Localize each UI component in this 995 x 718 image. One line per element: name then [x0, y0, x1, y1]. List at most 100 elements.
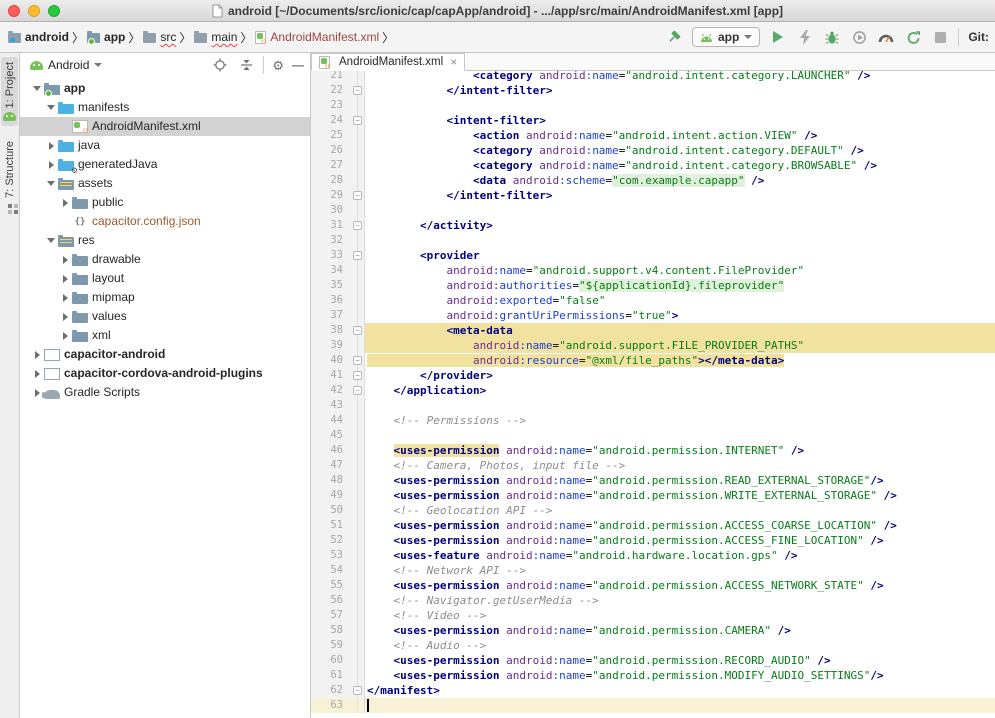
tree-item-drawable[interactable]: drawable	[20, 250, 310, 269]
fold-marker-icon[interactable]: −	[353, 191, 362, 200]
code-line-62[interactable]: 62−</manifest>	[311, 683, 995, 698]
breadcrumb-android[interactable]: android	[8, 30, 69, 44]
code-editor[interactable]: 21 <category android:name="android.inten…	[311, 71, 995, 718]
collapsed-arrow-icon[interactable]	[58, 332, 72, 340]
expanded-arrow-icon[interactable]	[44, 181, 58, 186]
tree-item-capacitor-android[interactable]: capacitor-android	[20, 345, 310, 364]
code-line-53[interactable]: 53 <uses-feature android:name="android.h…	[311, 548, 995, 563]
code-line-32[interactable]: 32	[311, 233, 995, 248]
fold-marker-icon[interactable]: −	[353, 371, 362, 380]
code-line-37[interactable]: 37 android:grantUriPermissions="true">	[311, 308, 995, 323]
code-line-46[interactable]: 46 <uses-permission android:name="androi…	[311, 443, 995, 458]
breadcrumb-androidmanifest-xml[interactable]: AndroidManifest.xml	[255, 30, 379, 44]
code-line-26[interactable]: 26 <category android:name="android.inten…	[311, 143, 995, 158]
code-line-42[interactable]: 42− </application>	[311, 383, 995, 398]
fold-gutter[interactable]: −	[351, 353, 365, 368]
code-line-48[interactable]: 48 <uses-permission android:name="androi…	[311, 473, 995, 488]
tree-item-xml[interactable]: xml	[20, 326, 310, 345]
breadcrumb-app[interactable]: app	[87, 30, 125, 44]
fold-marker-icon[interactable]: −	[353, 386, 362, 395]
fold-gutter[interactable]: −	[351, 83, 365, 98]
close-tab-icon[interactable]: ×	[450, 56, 457, 68]
project-view-selector[interactable]: Android	[30, 58, 102, 72]
minimize-window-button[interactable]	[28, 5, 40, 17]
code-line-39[interactable]: 39 android:name="android.support.FILE_PR…	[311, 338, 995, 353]
code-line-34[interactable]: 34 android:name="android.support.v4.cont…	[311, 263, 995, 278]
collapsed-arrow-icon[interactable]	[58, 199, 72, 207]
code-line-51[interactable]: 51 <uses-permission android:name="androi…	[311, 518, 995, 533]
structure-tool-window-button[interactable]: 7: Structure	[2, 136, 18, 213]
fold-marker-icon[interactable]: −	[353, 326, 362, 335]
code-line-56[interactable]: 56 <!-- Navigator.getUserMedia -->	[311, 593, 995, 608]
sync-gradle-icon[interactable]	[904, 28, 922, 46]
code-line-41[interactable]: 41− </provider>	[311, 368, 995, 383]
fold-gutter[interactable]: −	[351, 323, 365, 338]
fold-marker-icon[interactable]: −	[353, 221, 362, 230]
tree-item-capacitor-config-json[interactable]: {}capacitor.config.json	[20, 212, 310, 231]
run-configuration-selector[interactable]: app	[692, 27, 760, 47]
code-line-33[interactable]: 33− <provider	[311, 248, 995, 263]
code-line-52[interactable]: 52 <uses-permission android:name="androi…	[311, 533, 995, 548]
collapsed-arrow-icon[interactable]	[44, 142, 58, 150]
git-branch-label[interactable]: Git:	[968, 30, 989, 44]
fold-gutter[interactable]: −	[351, 248, 365, 263]
code-line-44[interactable]: 44 <!-- Permissions -->	[311, 413, 995, 428]
code-line-61[interactable]: 61 <uses-permission android:name="androi…	[311, 668, 995, 683]
code-line-38[interactable]: 38− <meta-data	[311, 323, 995, 338]
fold-marker-icon[interactable]: −	[353, 251, 362, 260]
code-line-63[interactable]: 63	[311, 698, 995, 713]
fold-marker-icon[interactable]: −	[353, 86, 362, 95]
code-line-30[interactable]: 30	[311, 203, 995, 218]
code-line-55[interactable]: 55 <uses-permission android:name="androi…	[311, 578, 995, 593]
fold-gutter[interactable]: −	[351, 218, 365, 233]
hide-panel-icon[interactable]: —	[292, 58, 304, 72]
code-line-36[interactable]: 36 android:exported="false"	[311, 293, 995, 308]
code-line-25[interactable]: 25 <action android:name="android.intent.…	[311, 128, 995, 143]
expanded-arrow-icon[interactable]	[44, 105, 58, 110]
code-line-58[interactable]: 58 <uses-permission android:name="androi…	[311, 623, 995, 638]
tab-androidmanifest[interactable]: AndroidManifest.xml ×	[311, 53, 465, 71]
stop-button-icon[interactable]	[931, 28, 949, 46]
code-line-22[interactable]: 22− </intent-filter>	[311, 83, 995, 98]
code-line-54[interactable]: 54 <!-- Network API -->	[311, 563, 995, 578]
fold-gutter[interactable]: −	[351, 188, 365, 203]
tree-item-capacitor-cordova-android-plugins[interactable]: capacitor-cordova-android-plugins	[20, 364, 310, 383]
code-line-35[interactable]: 35 android:authorities="${applicationId}…	[311, 278, 995, 293]
apply-changes-icon[interactable]	[796, 28, 814, 46]
profile-app-icon[interactable]	[850, 28, 868, 46]
run-button[interactable]	[769, 28, 787, 46]
code-line-21[interactable]: 21 <category android:name="android.inten…	[311, 71, 995, 83]
code-line-28[interactable]: 28 <data android:scheme="com.example.cap…	[311, 173, 995, 188]
code-line-49[interactable]: 49 <uses-permission android:name="androi…	[311, 488, 995, 503]
expanded-arrow-icon[interactable]	[30, 86, 44, 91]
tree-item-res[interactable]: res	[20, 231, 310, 250]
debug-bug-icon[interactable]	[823, 28, 841, 46]
profiler-gauge-icon[interactable]	[877, 28, 895, 46]
code-line-50[interactable]: 50 <!-- Geolocation API -->	[311, 503, 995, 518]
collapsed-arrow-icon[interactable]	[58, 256, 72, 264]
tree-item-app[interactable]: app	[20, 79, 310, 98]
fold-gutter[interactable]: −	[351, 383, 365, 398]
code-line-23[interactable]: 23	[311, 98, 995, 113]
tree-item-gradle-scripts[interactable]: Gradle Scripts	[20, 383, 310, 402]
tree-item-values[interactable]: values	[20, 307, 310, 326]
tree-item-java[interactable]: java	[20, 136, 310, 155]
collapsed-arrow-icon[interactable]	[58, 313, 72, 321]
expanded-arrow-icon[interactable]	[44, 238, 58, 243]
project-tool-window-button[interactable]: 1: Project	[1, 57, 18, 126]
code-line-60[interactable]: 60 <uses-permission android:name="androi…	[311, 653, 995, 668]
tree-item-public[interactable]: public	[20, 193, 310, 212]
code-line-59[interactable]: 59 <!-- Audio -->	[311, 638, 995, 653]
tree-item-assets[interactable]: assets	[20, 174, 310, 193]
fold-gutter[interactable]: −	[351, 113, 365, 128]
code-line-43[interactable]: 43	[311, 398, 995, 413]
locate-file-icon[interactable]	[211, 56, 229, 74]
tree-item-mipmap[interactable]: mipmap	[20, 288, 310, 307]
code-line-24[interactable]: 24− <intent-filter>	[311, 113, 995, 128]
code-line-45[interactable]: 45	[311, 428, 995, 443]
collapsed-arrow-icon[interactable]	[44, 161, 58, 169]
code-line-27[interactable]: 27 <category android:name="android.inten…	[311, 158, 995, 173]
tree-item-generatedjava[interactable]: generatedJava	[20, 155, 310, 174]
code-line-47[interactable]: 47 <!-- Camera, Photos, input file -->	[311, 458, 995, 473]
collapsed-arrow-icon[interactable]	[30, 370, 44, 378]
